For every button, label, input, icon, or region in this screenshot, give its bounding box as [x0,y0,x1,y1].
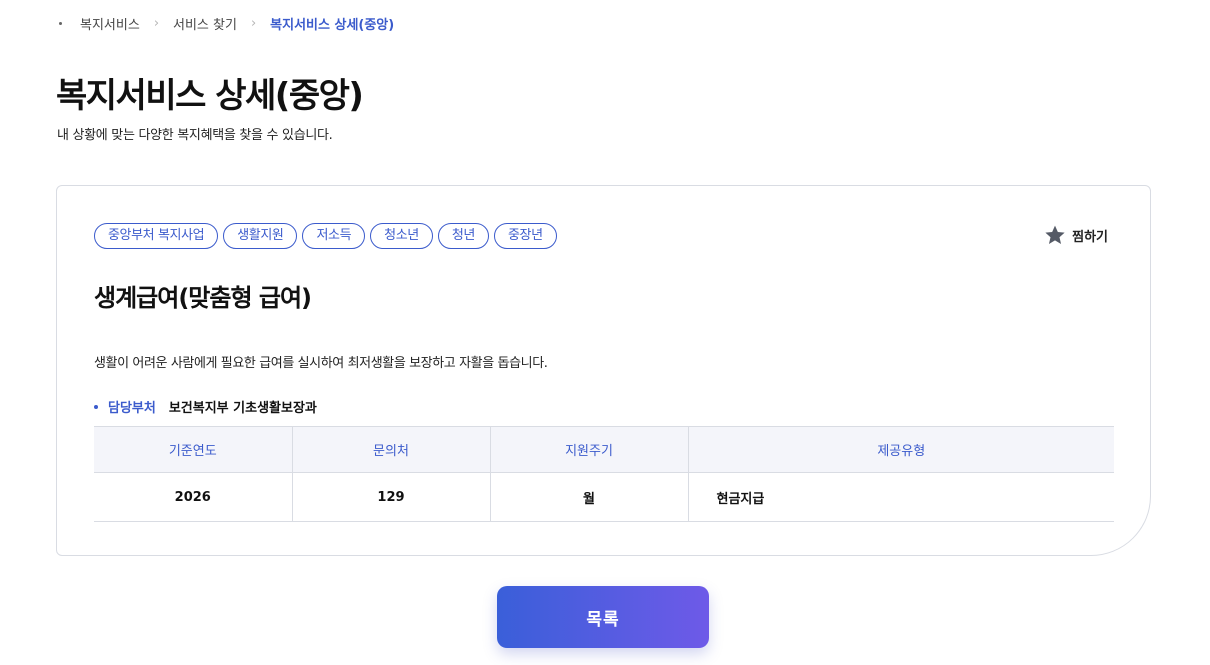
breadcrumb-item-find-service[interactable]: 서비스 찾기 [173,14,237,33]
home-dot-icon [59,21,62,25]
chevron-right-icon: › [153,15,160,31]
table-header-row: 기준연도 문의처 지원주기 제공유형 [94,426,1114,473]
tag[interactable]: 청소년 [370,223,433,249]
department-label: 담당부처 [108,401,156,416]
column-header-contact: 문의처 [292,426,491,473]
chevron-right-icon: › [250,15,257,31]
column-header-provision-type: 제공유형 [688,426,1114,473]
tag[interactable]: 청년 [437,223,489,249]
service-info-table: 기준연도 문의처 지원주기 제공유형 2026 129 월 현금지급 [94,426,1114,522]
page: 복지서비스 › 서비스 찾기 › 복지서비스 상세(중앙) 복지서비스 상세(중… [0,0,1210,665]
star-icon [1044,224,1066,246]
column-header-base-year: 기준연도 [94,426,293,473]
bookmark-button[interactable]: 찜하기 [1044,224,1108,246]
breadcrumb-item-current: 복지서비스 상세(중앙) [270,17,395,33]
service-description: 생활이 어려운 사람에게 필요한 급여를 실시하여 최저생활을 보장하고 자활을… [94,356,548,371]
list-button[interactable]: 목록 [497,586,709,648]
cell-provision-type: 현금지급 [688,472,1114,522]
department-value: 보건복지부 기초생활보장과 [168,401,317,416]
table-row: 2026 129 월 현금지급 [94,472,1114,522]
cell-contact: 129 [292,472,491,522]
department-row: 담당부처 보건복지부 기초생활보장과 [94,397,317,416]
service-card: 중앙부처 복지사업 생활지원 저소득 청소년 청년 중장년 찜하기 생계급여(맞… [56,185,1151,556]
breadcrumb-item-welfare[interactable]: 복지서비스 [80,14,140,33]
bookmark-label: 찜하기 [1072,229,1108,245]
tag[interactable]: 중앙부처 복지사업 [94,223,219,249]
tag[interactable]: 생활지원 [223,223,298,249]
tag[interactable]: 중장년 [493,223,557,249]
page-title: 복지서비스 상세(중앙) [56,76,364,116]
tag-list: 중앙부처 복지사업 생활지원 저소득 청소년 청년 중장년 [94,223,557,249]
page-description: 내 상황에 맞는 다양한 복지혜택을 찾을 수 있습니다. [57,128,333,143]
service-title: 생계급여(맞춤형 급여) [94,284,312,312]
cell-support-cycle: 월 [490,472,689,522]
bullet-icon [94,404,98,409]
tag[interactable]: 저소득 [302,223,366,249]
cell-base-year: 2026 [94,472,293,522]
column-header-support-cycle: 지원주기 [490,426,689,473]
breadcrumb: 복지서비스 › 서비스 찾기 › 복지서비스 상세(중앙) [56,12,394,34]
